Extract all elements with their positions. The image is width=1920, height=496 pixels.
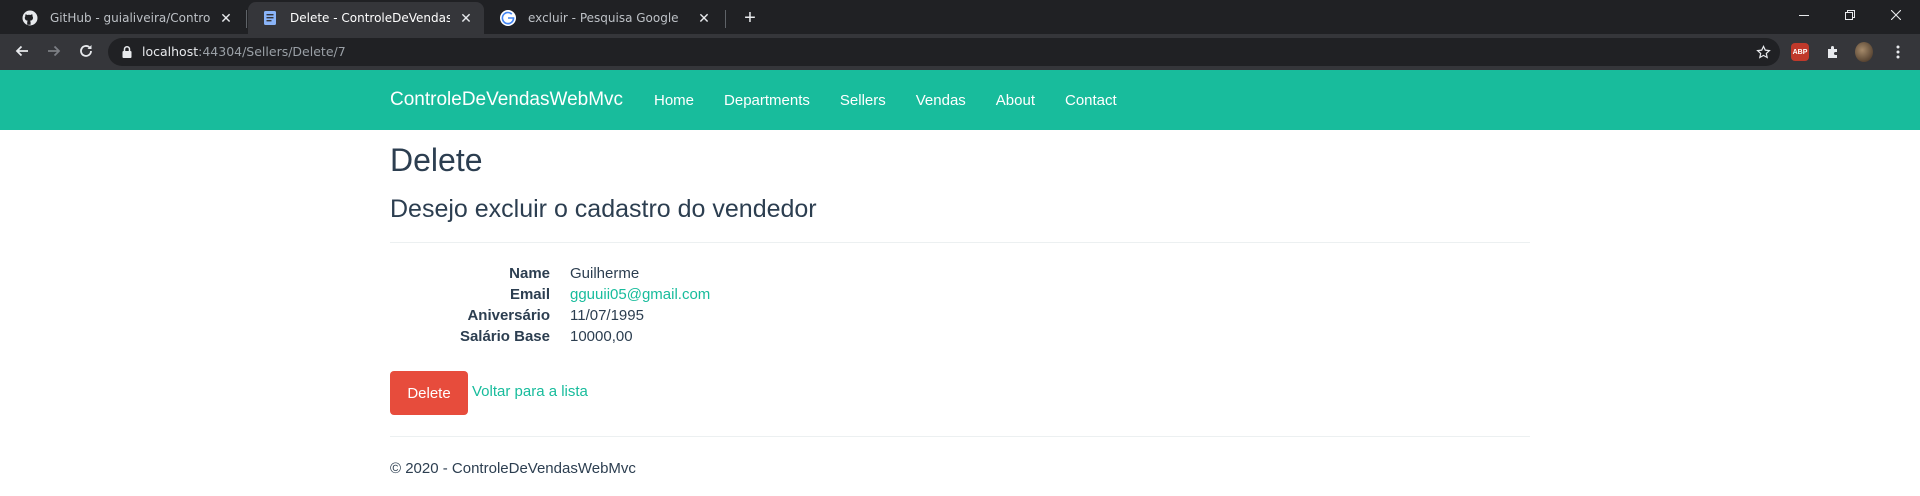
back-button[interactable] (8, 37, 36, 65)
arrow-right-icon (48, 45, 61, 57)
page-footer: © 2020 - ControleDeVendasWebMvc (390, 460, 636, 477)
detail-label: Aniversário (467, 307, 550, 324)
page-subtitle: Desejo excluir o cadastro do vendedor (390, 195, 817, 223)
url-host: localhost (142, 44, 199, 59)
tab-delete[interactable]: Delete - ControleDeVendasWebMv ✕ (248, 2, 484, 34)
back-to-list-link[interactable]: Voltar para a lista (472, 383, 588, 400)
minimize-button[interactable] (1781, 0, 1827, 30)
browser-tabstrip: GitHub - guialiveira/ControleDeV ✕ Delet… (0, 0, 1920, 34)
tab-title: GitHub - guialiveira/ControleDeV (50, 11, 210, 25)
tab-github[interactable]: GitHub - guialiveira/ControleDeV ✕ (8, 2, 244, 34)
address-bar[interactable]: localhost:44304/Sellers/Delete/7 (108, 38, 1780, 66)
tab-title: excluir - Pesquisa Google (528, 11, 679, 25)
detail-value: 10000,00 (570, 328, 633, 345)
seller-details: Name Guilherme Email gguuii05@gmail.com … (390, 265, 1530, 349)
close-icon[interactable]: ✕ (218, 10, 234, 26)
detail-value: 11/07/1995 (570, 307, 644, 324)
menu-kebab-icon[interactable] (1889, 43, 1907, 61)
detail-row-name: Name Guilherme (390, 265, 1530, 286)
tab-title: Delete - ControleDeVendasWebMv (290, 11, 450, 25)
detail-row-email: Email gguuii05@gmail.com (390, 286, 1530, 307)
github-icon (22, 10, 38, 26)
page-title: Delete (390, 142, 483, 178)
divider (390, 242, 1530, 243)
tab-divider (246, 10, 247, 28)
detail-label: Email (509, 286, 550, 303)
close-icon (1891, 10, 1901, 20)
detail-label: Name (509, 265, 550, 282)
minimize-icon (1799, 15, 1809, 16)
reload-button[interactable] (72, 37, 100, 65)
nav-about[interactable]: About (996, 92, 1035, 109)
extensions-puzzle-icon[interactable] (1824, 43, 1842, 61)
restore-button[interactable] (1827, 0, 1873, 30)
nav-home[interactable]: Home (654, 92, 694, 109)
nav-contact[interactable]: Contact (1065, 92, 1117, 109)
nav-sellers[interactable]: Sellers (840, 92, 886, 109)
new-tab-button[interactable]: + (737, 5, 763, 31)
delete-button[interactable]: Delete (390, 371, 468, 415)
site-navbar: ControleDeVendasWebMvc Home Departments … (0, 70, 1920, 130)
divider (390, 436, 1530, 437)
main-content: Delete Desejo excluir o cadastro do vend… (390, 130, 1530, 477)
profile-avatar[interactable] (1855, 42, 1873, 62)
google-icon (500, 10, 516, 26)
reload-icon (80, 45, 92, 57)
url-text[interactable]: localhost:44304/Sellers/Delete/7 (142, 44, 346, 59)
bookmark-star-icon[interactable] (1754, 43, 1772, 61)
browser-toolbar: localhost:44304/Sellers/Delete/7 ABP (0, 34, 1920, 70)
tab-google[interactable]: excluir - Pesquisa Google ✕ (486, 2, 722, 34)
close-window-button[interactable] (1873, 0, 1919, 30)
restore-icon (1845, 10, 1855, 20)
abp-label: ABP (1792, 48, 1808, 56)
site-brand[interactable]: ControleDeVendasWebMvc (390, 89, 623, 111)
tab-divider (725, 10, 726, 28)
form-actions: Delete Voltar para a lista (390, 371, 1530, 415)
adblock-plus-icon[interactable]: ABP (1791, 43, 1809, 61)
nav-departments[interactable]: Departments (724, 92, 810, 109)
document-icon (262, 10, 278, 26)
nav-links: Home Departments Sellers Vendas About Co… (654, 92, 1147, 109)
detail-row-birthday: Aniversário 11/07/1995 (390, 307, 1530, 328)
nav-vendas[interactable]: Vendas (916, 92, 966, 109)
close-icon[interactable]: ✕ (458, 10, 474, 26)
email-link[interactable]: gguuii05@gmail.com (570, 286, 710, 307)
close-icon[interactable]: ✕ (696, 10, 712, 26)
detail-value: Guilherme (570, 265, 640, 282)
arrow-left-icon (15, 45, 28, 57)
detail-label: Salário Base (459, 328, 550, 345)
url-path: :44304/Sellers/Delete/7 (198, 44, 346, 59)
lock-icon (122, 45, 132, 58)
forward-button[interactable] (40, 37, 68, 65)
detail-row-base-salary: Salário Base 10000,00 (390, 328, 1530, 349)
avatar (1855, 42, 1873, 62)
